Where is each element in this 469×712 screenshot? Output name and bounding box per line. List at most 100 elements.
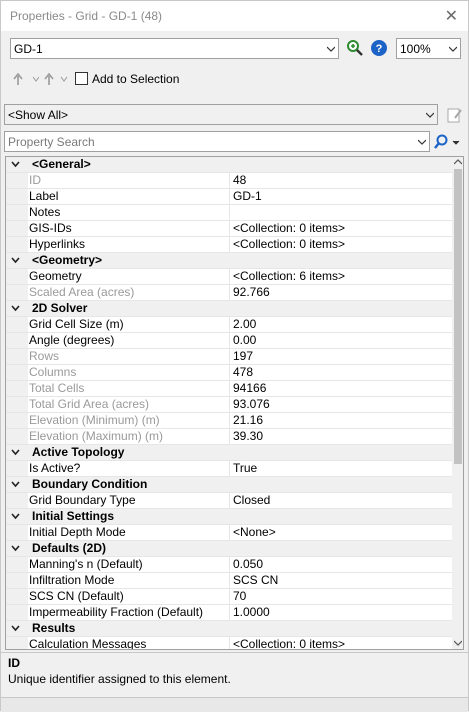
close-icon[interactable]: ✕ xyxy=(445,6,458,26)
category-label: <General> xyxy=(32,157,91,171)
property-row[interactable]: Total Grid Area (acres) 93.076 xyxy=(6,397,452,413)
property-value[interactable]: SCS CN xyxy=(229,573,453,588)
property-value[interactable]: <Collection: 6 items> xyxy=(229,269,453,284)
property-row[interactable]: Geometry <Collection: 6 items> xyxy=(6,269,452,285)
property-name: Infiltration Mode xyxy=(28,573,228,588)
property-name-text: Calculation Messages xyxy=(29,637,147,650)
property-name-text: Elevation (Maximum) (m) xyxy=(29,429,164,443)
property-value[interactable]: Closed xyxy=(229,493,453,508)
property-category[interactable]: <General> xyxy=(6,157,452,173)
chevron-down-icon[interactable] xyxy=(11,257,20,264)
property-row[interactable]: Notes xyxy=(6,205,452,221)
property-value[interactable]: <Collection: 0 items> xyxy=(229,237,453,252)
property-value: 94166 xyxy=(229,381,453,396)
redo-icon[interactable] xyxy=(43,70,69,88)
property-category[interactable]: <Geometry> xyxy=(6,253,452,269)
edit-icon[interactable] xyxy=(446,106,464,124)
chevron-down-icon[interactable] xyxy=(11,449,20,456)
vertical-scrollbar[interactable] xyxy=(452,157,463,649)
chevron-down-icon[interactable] xyxy=(11,305,20,312)
chevron-up-icon[interactable] xyxy=(454,159,462,165)
property-category[interactable]: Boundary Condition xyxy=(6,477,452,493)
property-row[interactable]: Grid Cell Size (m) 2.00 xyxy=(6,317,452,333)
property-row[interactable]: Total Cells 94166 xyxy=(6,381,452,397)
category-label: 2D Solver xyxy=(32,301,88,315)
property-category[interactable]: Active Topology xyxy=(6,445,452,461)
row-gutter xyxy=(6,381,28,396)
scrollbar-thumb[interactable] xyxy=(454,169,462,464)
zoom-in-icon[interactable] xyxy=(346,39,364,57)
chevron-down-icon xyxy=(327,46,335,52)
property-row[interactable]: Elevation (Maximum) (m) 39.30 xyxy=(6,429,452,445)
chevron-down-icon xyxy=(418,139,426,145)
property-row[interactable]: Elevation (Minimum) (m) 21.16 xyxy=(6,413,452,429)
chevron-down-icon[interactable] xyxy=(11,545,20,552)
row-gutter xyxy=(6,429,28,444)
property-row[interactable]: ID 48 xyxy=(6,173,452,189)
property-value-text: 197 xyxy=(233,349,254,363)
property-row[interactable]: Calculation Messages <Collection: 0 items… xyxy=(6,637,453,650)
property-category[interactable]: Defaults (2D) xyxy=(6,541,452,557)
property-value[interactable]: True xyxy=(229,461,453,476)
property-value[interactable]: 2.00 xyxy=(229,317,453,332)
property-value-text: 0.00 xyxy=(233,333,257,347)
property-value-text: <Collection: 0 items> xyxy=(233,637,346,650)
property-value[interactable]: 0.00 xyxy=(229,333,453,348)
property-row[interactable]: Rows 197 xyxy=(6,349,452,365)
property-value[interactable]: 1.0000 xyxy=(229,605,453,620)
property-value[interactable]: 70 xyxy=(229,589,453,604)
property-value[interactable]: <Collection: 0 items> xyxy=(229,637,453,650)
property-name-text: Geometry xyxy=(29,269,82,283)
property-filter-select[interactable]: <Show All> xyxy=(4,104,438,125)
property-name-text: Manning's n (Default) xyxy=(29,557,143,571)
property-row[interactable]: Label GD-1 xyxy=(6,189,452,205)
property-category[interactable]: Initial Settings xyxy=(6,509,452,525)
property-row[interactable]: Infiltration Mode SCS CN xyxy=(6,573,452,589)
property-row[interactable]: Impermeability Fraction (Default) 1.0000 xyxy=(6,605,452,621)
row-gutter xyxy=(6,397,28,412)
property-name-text: Is Active? xyxy=(29,461,81,475)
property-category[interactable]: Results xyxy=(6,621,452,637)
property-row[interactable]: Is Active? True xyxy=(6,461,452,477)
property-name: Columns xyxy=(28,365,228,380)
chevron-down-icon[interactable] xyxy=(11,513,20,520)
row-gutter xyxy=(6,605,28,620)
row-gutter xyxy=(6,637,28,649)
property-row[interactable]: Hyperlinks <Collection: 0 items> xyxy=(6,237,452,253)
row-gutter xyxy=(6,333,28,348)
property-row[interactable]: Angle (degrees) 0.00 xyxy=(6,333,452,349)
property-value[interactable]: 0.050 xyxy=(229,557,453,572)
property-row[interactable]: Grid Boundary Type Closed xyxy=(6,493,452,509)
property-value: 93.076 xyxy=(229,397,453,412)
property-value[interactable]: <Collection: 0 items> xyxy=(229,221,453,236)
chevron-down-icon[interactable] xyxy=(11,481,20,488)
property-name: Label xyxy=(28,189,228,204)
add-to-selection-checkbox[interactable] xyxy=(75,72,88,85)
property-value[interactable] xyxy=(229,205,453,220)
property-row[interactable]: Columns 478 xyxy=(6,365,452,381)
search-icon[interactable] xyxy=(433,133,461,151)
chevron-down-icon[interactable] xyxy=(454,640,462,646)
category-label: Active Topology xyxy=(32,445,125,459)
property-row[interactable]: GIS-IDs <Collection: 0 items> xyxy=(6,221,452,237)
property-search-input[interactable]: Property Search xyxy=(4,131,430,152)
chevron-down-icon[interactable] xyxy=(11,625,20,632)
chevron-down-icon[interactable] xyxy=(11,161,20,168)
property-category[interactable]: 2D Solver xyxy=(6,301,452,317)
property-value[interactable]: <None> xyxy=(229,525,453,540)
property-row[interactable]: SCS CN (Default) 70 xyxy=(6,589,452,605)
property-value[interactable]: GD-1 xyxy=(229,189,453,204)
property-row[interactable]: Scaled Area (acres) 92.766 xyxy=(6,285,452,301)
property-value-text: <Collection: 0 items> xyxy=(233,237,346,251)
title-bar: Properties - Grid - GD-1 (48) ✕ xyxy=(1,1,468,31)
row-gutter xyxy=(6,237,28,252)
category-label: Boundary Condition xyxy=(32,477,148,491)
property-row[interactable]: Initial Depth Mode <None> xyxy=(6,525,452,541)
property-row[interactable]: Manning's n (Default) 0.050 xyxy=(6,557,452,573)
property-value-text: GD-1 xyxy=(233,189,262,203)
element-selector[interactable]: GD-1 xyxy=(10,38,339,59)
help-icon[interactable]: ? xyxy=(370,39,388,57)
property-value-text: <Collection: 6 items> xyxy=(233,269,346,283)
undo-icon[interactable] xyxy=(13,70,39,88)
zoom-level-select[interactable]: 100% xyxy=(396,38,461,59)
